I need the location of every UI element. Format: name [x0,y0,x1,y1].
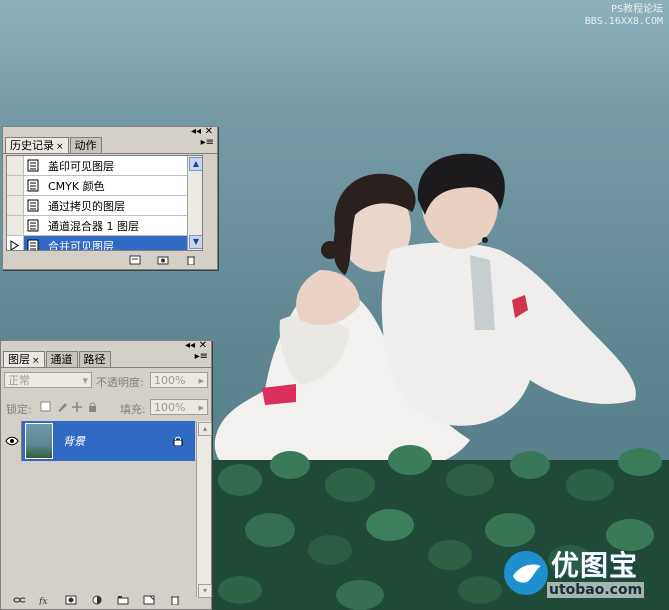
fill-field[interactable]: 100% ▸ [150,399,208,415]
history-item-selected[interactable]: 合并可见图层 [7,236,188,251]
bird-logo-icon [504,551,548,595]
tab-paths[interactable]: 路径 [78,351,111,367]
trash-icon[interactable] [185,255,197,265]
tab-channels-label: 通道 [50,353,73,366]
new-document-from-state-icon[interactable] [129,255,141,265]
opacity-value: 100% [154,374,186,387]
scroll-down-icon[interactable]: ▼ [189,235,202,249]
tab-layers-label: 图层 [8,353,30,366]
history-panel: ◂◂ ✕ 历史记录× 动作 ▸≡ 盖印可见图层 CMYK 颜色 通过拷贝的图层 [2,126,218,270]
layer-thumbnail[interactable] [25,423,53,459]
layer-row-background[interactable]: 背景 [3,421,195,461]
history-source-checkbox[interactable] [7,156,24,175]
layers-scrollbar[interactable]: ▴ ▾ [196,421,212,598]
history-item-label: 合并可见图层 [48,239,114,251]
mask-icon[interactable] [65,595,77,605]
blend-mode-value: 正常 [8,374,30,387]
new-layer-icon[interactable] [143,595,155,605]
history-source-checkbox[interactable] [7,196,24,215]
close-icon[interactable]: ✕ [199,341,207,351]
minimize-icon[interactable]: ◂◂ [191,127,201,137]
logo-text-en: utobao.com [547,582,645,598]
scroll-up-icon[interactable]: ▲ [189,157,202,171]
tab-close-icon[interactable]: × [32,356,40,366]
close-icon[interactable]: ✕ [205,127,213,137]
adjustment-icon[interactable] [91,595,103,605]
lock-buttons [40,401,96,412]
history-item[interactable]: 通道混合器 1 图层 [7,216,188,236]
lock-position-icon[interactable] [72,402,82,412]
snapshot-icon[interactable] [157,255,169,265]
fill-label: 填充: [120,403,146,416]
tab-paths-label: 路径 [83,353,106,366]
logo-text-cn: 优图宝 [551,549,639,582]
history-list: 盖印可见图层 CMYK 颜色 通过拷贝的图层 通道混合器 1 图层 合并可见图层… [6,155,203,251]
layers-tabs: 图层 × 通道 路径 ▸≡ [1,351,211,368]
minimize-icon[interactable]: ◂◂ [185,341,195,351]
tab-actions-label: 动作 [74,139,97,152]
history-panel-titlebar[interactable]: ◂◂ ✕ [3,127,217,137]
panel-menu-icon[interactable]: ▸≡ [195,351,208,362]
lock-image-icon[interactable] [58,403,67,412]
utobao-logo: 优图宝 utobao.com [501,542,661,604]
tab-history[interactable]: 历史记录 × [5,137,69,153]
history-state-icon [24,236,42,250]
fx-icon[interactable]: fx [39,595,51,605]
history-state-icon [24,196,42,215]
chevron-down-icon: ▾ [82,374,88,387]
group-icon[interactable] [117,595,129,605]
history-item[interactable]: CMYK 颜色 [7,176,188,196]
visibility-eye-icon[interactable] [3,421,22,461]
history-state-icon [24,216,42,235]
tab-layers[interactable]: 图层 × [3,351,45,367]
history-scrollbar[interactable]: ▲ ▼ [187,156,202,250]
lock-all-icon[interactable] [89,406,96,412]
history-item-label: 通过拷贝的图层 [48,199,125,213]
layers-footer: fx [1,591,211,609]
forum-watermark-line2: BBS.16XX8.COM [584,16,663,27]
tab-history-label: 历史记录 [10,139,54,152]
layer-name[interactable]: 背景 [63,433,173,449]
layers-panel-titlebar[interactable]: ◂◂ ✕ [1,341,211,351]
tab-channels[interactable]: 通道 [45,351,78,367]
history-brush-source-icon[interactable] [7,236,24,250]
history-source-checkbox[interactable] [7,216,24,235]
svg-text:fx: fx [39,597,47,605]
history-item-label: 通道混合器 1 图层 [48,219,139,233]
chevron-right-icon[interactable]: ▸ [198,400,204,416]
link-icon[interactable] [13,595,25,605]
tab-close-icon[interactable]: × [56,142,64,152]
blend-mode-select[interactable]: 正常 ▾ [4,372,92,388]
history-item[interactable]: 盖印可见图层 [7,156,188,176]
history-tabs: 历史记录 × 动作 ▸≡ [3,137,217,154]
forum-watermark-line1: PS教程论坛 [610,4,663,15]
opacity-field[interactable]: 100% ▸ [150,372,208,388]
history-item-label: CMYK 颜色 [48,179,105,193]
layers-panel: ◂◂ ✕ 图层 × 通道 路径 ▸≡ 正常 ▾ 不透明度: 100% ▸ 锁定: … [0,340,212,610]
lock-transparent-icon[interactable] [40,401,51,412]
tab-actions[interactable]: 动作 [69,137,102,153]
panel-menu-icon[interactable]: ▸≡ [201,137,214,148]
chevron-right-icon[interactable]: ▸ [198,373,204,389]
trash-icon[interactable] [169,595,181,605]
opacity-label: 不透明度: [96,376,144,389]
scroll-up-icon[interactable]: ▴ [198,422,212,436]
history-state-icon [24,156,42,175]
history-source-checkbox[interactable] [7,176,24,195]
history-item-label: 盖印可见图层 [48,159,114,173]
history-item[interactable]: 通过拷贝的图层 [7,196,188,216]
forum-watermark: PS教程论坛 BBS.16XX8.COM [585,4,663,28]
layers-list-empty-area [3,462,195,594]
history-footer [3,251,217,269]
lock-label: 锁定: [6,403,32,416]
fill-value: 100% [154,401,186,414]
layer-lock-icon [173,436,183,446]
history-state-icon [24,176,42,195]
